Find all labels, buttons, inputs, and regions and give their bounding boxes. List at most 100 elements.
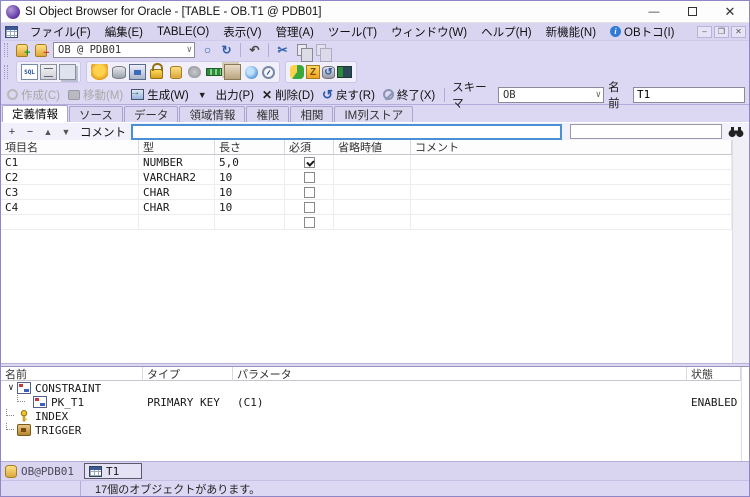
create-button[interactable]: 作成(C) [5, 87, 62, 103]
new-object-button[interactable]: ○ [199, 43, 216, 58]
table-row[interactable]: C4 CHAR 10 [1, 200, 732, 215]
matrix-icon[interactable] [337, 66, 352, 78]
col-header-required[interactable]: 必須 [285, 140, 334, 155]
mdi-close-button[interactable]: ✕ [731, 25, 746, 38]
move-button[interactable]: 移動(M) [66, 87, 125, 103]
rollback-icon[interactable] [167, 64, 184, 80]
menu-help[interactable]: ヘルプ(H) [474, 23, 538, 41]
move-down-button[interactable]: ▼ [58, 124, 74, 139]
instance-icon[interactable] [129, 64, 146, 80]
required-checkbox[interactable] [303, 216, 315, 228]
table-row[interactable]: C2 VARCHAR2 10 [1, 170, 732, 185]
tab-source[interactable]: ソース [69, 106, 123, 122]
required-checkbox[interactable] [303, 186, 315, 198]
cut-button[interactable]: ✂ [274, 43, 291, 58]
find-button[interactable] [726, 124, 746, 140]
lock-icon[interactable] [148, 64, 165, 80]
paste-button[interactable] [312, 43, 332, 62]
col-header-default[interactable]: 省略時値 [334, 140, 411, 155]
schema-combobox[interactable]: OB ∨ [497, 86, 605, 103]
mdi-minimize-button[interactable]: – [697, 25, 712, 38]
package-icon[interactable] [224, 64, 241, 80]
chevron-down-icon: ∨ [595, 89, 602, 100]
required-checkbox[interactable] [303, 156, 315, 168]
tab-im-column-store[interactable]: IM列ストア [334, 106, 414, 122]
import-export-icon[interactable] [290, 65, 304, 79]
col-header-objtype[interactable]: タイプ [143, 367, 233, 381]
undo-button[interactable]: ↶ [246, 43, 263, 58]
job-icon[interactable] [262, 65, 275, 79]
col-header-type[interactable]: 型 [139, 140, 215, 155]
minimize-button[interactable]: — [635, 1, 673, 22]
toolbar-grip[interactable] [4, 65, 8, 79]
toolbar-group-objects [86, 61, 280, 83]
menu-newfeatures[interactable]: 新機能(N) [539, 23, 603, 41]
tree-item-trigger[interactable]: TRIGGER [1, 423, 741, 437]
scrollbar-track[interactable] [732, 140, 749, 363]
required-checkbox[interactable] [303, 171, 315, 183]
col-header-comment[interactable]: コメント [411, 140, 732, 155]
close-button[interactable]: ✕ [711, 1, 749, 22]
toolbar-grip[interactable] [4, 43, 8, 57]
script-executor-icon[interactable] [40, 64, 57, 80]
copy-button[interactable] [293, 43, 313, 62]
menu-edit[interactable]: 編集(E) [98, 23, 150, 41]
comment-input[interactable] [131, 123, 562, 140]
tab-relations[interactable]: 相関 [290, 106, 334, 122]
menu-view[interactable]: 表示(V) [216, 23, 268, 41]
database-icon[interactable] [110, 64, 127, 80]
col-header-length[interactable]: 長さ [215, 140, 285, 155]
session-icon[interactable] [91, 64, 108, 80]
delete-button[interactable]: ✕ 削除(D) [260, 87, 316, 103]
add-row-button[interactable]: + [4, 124, 20, 139]
remove-row-button[interactable]: − [22, 124, 38, 139]
table-row-empty[interactable] [1, 215, 732, 230]
recyclebin-icon[interactable] [322, 65, 335, 79]
menu-admin[interactable]: 管理(A) [269, 23, 321, 41]
tab-definition[interactable]: 定義情報 [2, 105, 68, 122]
sql-editor-icon[interactable]: SQL [21, 64, 38, 80]
menu-tools[interactable]: ツール(T) [321, 23, 384, 41]
col-header-status[interactable]: 状態 [687, 367, 741, 381]
col-header-objname[interactable]: 名前 [1, 367, 143, 381]
tab-storage[interactable]: 領域情報 [179, 106, 246, 122]
connection-combobox[interactable]: OB @ PDB01 ∨ [53, 42, 195, 58]
memory-icon[interactable] [205, 64, 222, 80]
menu-window[interactable]: ウィンドウ(W) [384, 23, 474, 41]
refresh-button[interactable]: ↻ [218, 43, 235, 58]
menu-table[interactable]: TABLE(O) [150, 25, 216, 39]
tree-item-index[interactable]: INDEX [1, 409, 741, 423]
output-button[interactable]: 出力(P) [214, 87, 256, 103]
col-header-params[interactable]: パラメータ [233, 367, 687, 381]
tree-item-pk[interactable]: PK_T1 PRIMARY KEY (C1) ENABLED [1, 395, 741, 409]
session-tab[interactable]: OB@PDB01 [21, 465, 74, 478]
logout-button[interactable]: − [32, 43, 50, 58]
sql-window-icon[interactable] [59, 64, 76, 80]
expander-icon[interactable]: ∨ [5, 383, 17, 393]
generate-dropdown-icon[interactable]: ▼ [195, 90, 210, 100]
log-icon[interactable]: Z [306, 65, 320, 79]
tab-privileges[interactable]: 権限 [246, 106, 290, 122]
mdi-restore-button[interactable]: ❐ [714, 25, 729, 38]
segment-icon[interactable] [186, 64, 203, 80]
quit-icon [382, 89, 394, 100]
revert-button[interactable]: ↺ 戻す(R) [320, 87, 377, 103]
menu-file[interactable]: ファイル(F) [23, 23, 98, 41]
table-row[interactable]: C1 NUMBER 5,0 [1, 155, 732, 170]
menu-obtoko[interactable]: i OBトコ(I) [603, 23, 681, 41]
quit-button[interactable]: 終了(X) [381, 87, 437, 103]
dblink-icon[interactable] [243, 64, 260, 80]
login-button[interactable]: + [13, 43, 31, 58]
move-up-button[interactable]: ▲ [40, 124, 56, 139]
table-window-tab[interactable]: T1 [83, 463, 143, 479]
table-row[interactable]: C3 CHAR 10 [1, 185, 732, 200]
mdi-child-icon[interactable] [5, 25, 18, 38]
tree-item-constraint[interactable]: ∨ CONSTRAINT [1, 381, 741, 395]
col-header-name[interactable]: 項目名 [1, 140, 139, 155]
search-input[interactable] [570, 124, 722, 139]
generate-button[interactable]: 生成(W) [129, 87, 191, 103]
maximize-button[interactable] [673, 1, 711, 22]
object-name-input[interactable] [633, 86, 745, 103]
required-checkbox[interactable] [303, 201, 315, 213]
tab-data[interactable]: データ [123, 106, 179, 122]
